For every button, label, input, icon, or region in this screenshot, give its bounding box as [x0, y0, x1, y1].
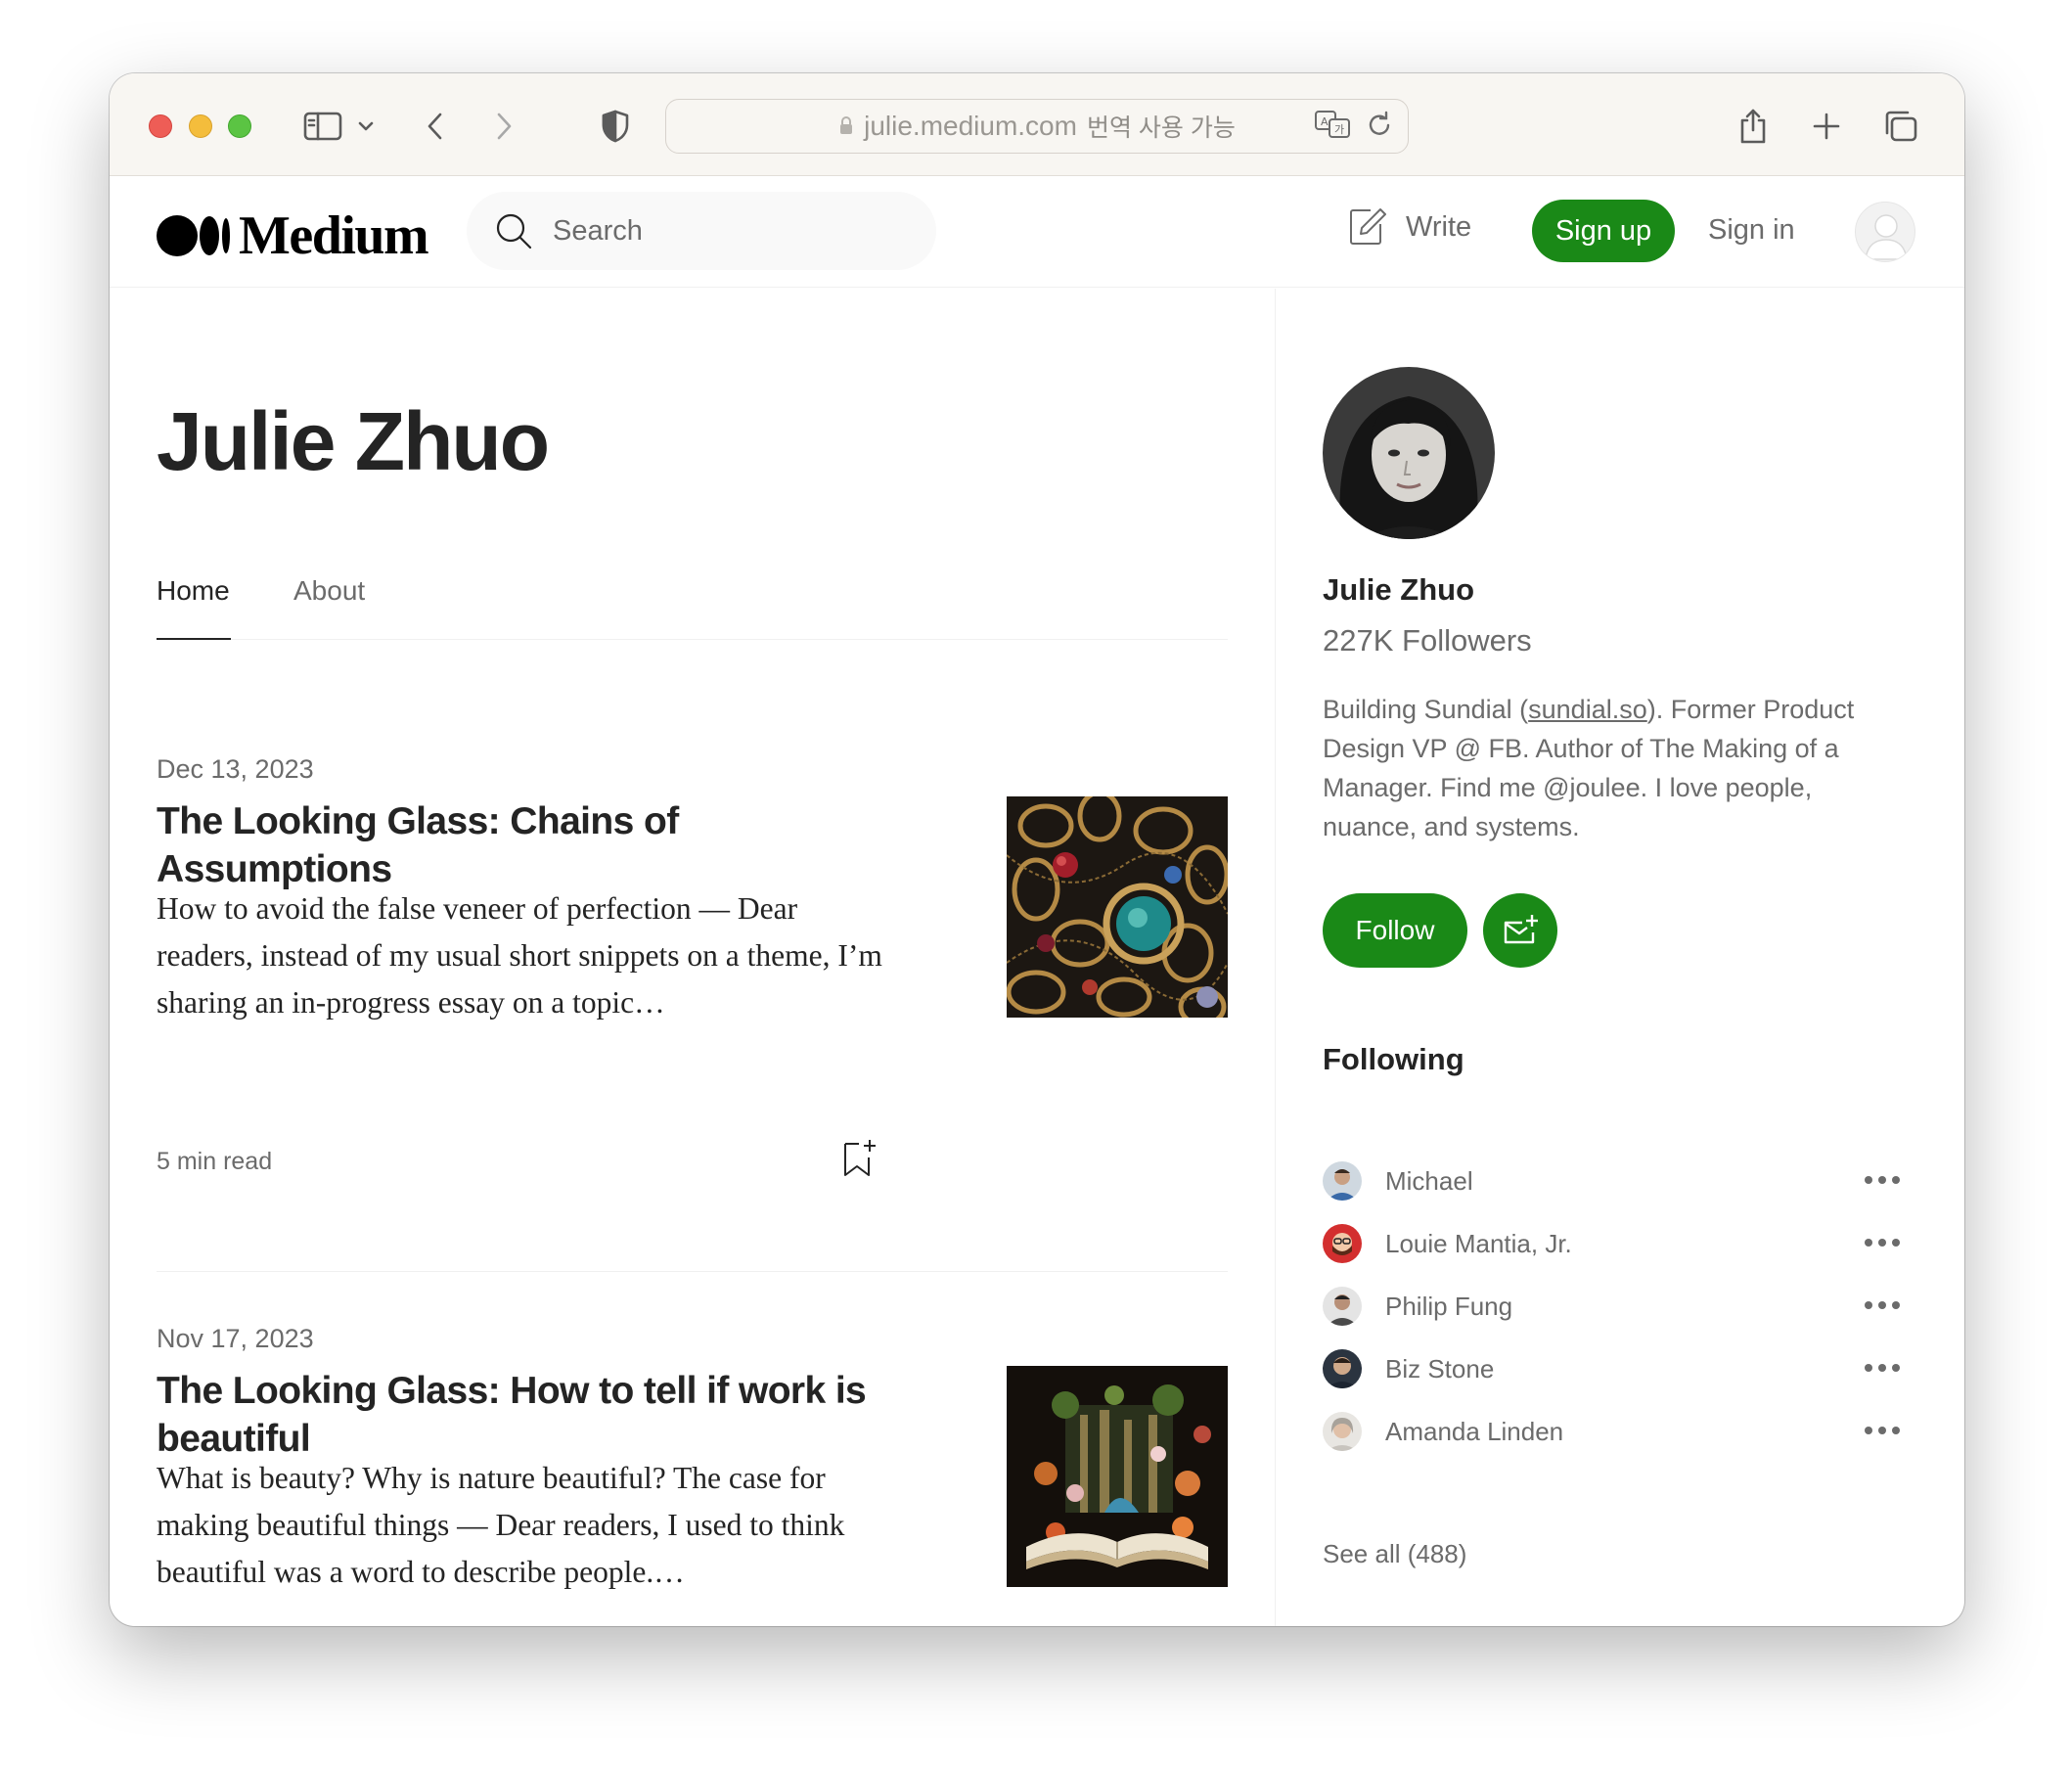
main-content: Julie Zhuo Home About Dec 13, 2023 The L… [157, 289, 1228, 1626]
search-icon [496, 213, 532, 249]
post-divider [157, 1271, 1228, 1272]
following-name[interactable]: Louie Mantia, Jr. [1385, 1229, 1865, 1259]
avatar [1323, 1287, 1362, 1326]
avatar [1323, 1161, 1362, 1201]
following-item[interactable]: Biz Stone [1323, 1347, 1919, 1390]
following-item[interactable]: Michael [1323, 1159, 1919, 1202]
post-card[interactable]: Dec 13, 2023 The Looking Glass: Chains o… [157, 754, 1228, 1302]
post-thumbnail-jewelry[interactable] [1007, 796, 1228, 1018]
more-options-icon[interactable] [1865, 1301, 1900, 1311]
site-header: Medium Write Sign up Sign in [110, 177, 1964, 288]
sign-up-button[interactable]: Sign up [1532, 200, 1675, 262]
following-name[interactable]: Amanda Linden [1385, 1417, 1865, 1447]
close-window-button[interactable] [149, 114, 172, 138]
avatar [1323, 1412, 1362, 1451]
post-card[interactable]: Nov 17, 2023 The Looking Glass: How to t… [157, 1324, 1228, 1626]
tab-home[interactable]: Home [157, 575, 231, 640]
reload-icon[interactable] [1367, 110, 1394, 139]
tab-overview-icon[interactable] [1882, 107, 1919, 146]
zoom-window-button[interactable] [228, 114, 251, 138]
post-thumbnail-book[interactable] [1007, 1366, 1228, 1587]
shield-icon[interactable] [599, 107, 632, 146]
share-icon[interactable] [1735, 107, 1771, 146]
following-name[interactable]: Biz Stone [1385, 1354, 1865, 1384]
svg-text:A: A [1321, 115, 1329, 128]
author-bio: Building Sundial (sundial.so). Former Pr… [1323, 690, 1900, 846]
new-tab-icon[interactable] [1810, 107, 1843, 146]
avatar [1323, 1349, 1362, 1388]
address-bar[interactable]: julie.medium.com 번역 사용 가능 A가 [665, 99, 1409, 154]
post-title[interactable]: The Looking Glass: Chains of Assumptions [157, 797, 900, 893]
bio-link[interactable]: sundial.so [1528, 695, 1647, 724]
tab-about[interactable]: About [293, 575, 365, 640]
browser-window: julie.medium.com 번역 사용 가능 A가 Medium Sear… [110, 73, 1964, 1626]
bio-text: Building Sundial ( [1323, 695, 1529, 724]
forward-icon[interactable] [489, 107, 518, 146]
translate-banner: 번역 사용 가능 [1086, 114, 1236, 142]
post-subtitle[interactable]: What is beauty? Why is nature beautiful?… [157, 1455, 900, 1596]
author-name[interactable]: Julie Zhuo [1323, 572, 1474, 608]
profile-photo[interactable] [1323, 367, 1495, 539]
more-options-icon[interactable] [1865, 1427, 1900, 1436]
write-label: Write [1406, 210, 1472, 243]
post-subtitle[interactable]: How to avoid the false veneer of perfect… [157, 885, 900, 1026]
follow-button[interactable]: Follow [1323, 893, 1467, 968]
sidebar-toggle-icon[interactable] [301, 107, 344, 146]
subscribe-email-button[interactable] [1483, 893, 1557, 968]
lock-icon [840, 116, 853, 134]
email-subscribe-icon [1504, 915, 1538, 944]
logo-wordmark: Medium [239, 205, 429, 266]
following-item[interactable]: Amanda Linden [1323, 1410, 1919, 1453]
default-avatar-icon [1865, 214, 1908, 260]
more-options-icon[interactable] [1865, 1239, 1900, 1248]
minimize-window-button[interactable] [189, 114, 212, 138]
write-button[interactable]: Write [1347, 206, 1471, 248]
svg-text:가: 가 [1334, 123, 1344, 136]
sign-in-link[interactable]: Sign in [1708, 214, 1795, 247]
profile-sidebar: Julie Zhuo 227K Followers Building Sundi… [1323, 289, 1919, 1626]
medium-logo-icon [157, 215, 230, 256]
followers-count[interactable]: 227K Followers [1323, 623, 1532, 658]
url-text: julie.medium.com [864, 111, 1077, 141]
back-icon[interactable] [421, 107, 450, 146]
post-title[interactable]: The Looking Glass: How to tell if work i… [157, 1367, 900, 1463]
bookmark-add-icon[interactable] [839, 1136, 878, 1184]
see-all-following-link[interactable]: See all (488) [1323, 1539, 1466, 1569]
following-item[interactable]: Louie Mantia, Jr. [1323, 1222, 1919, 1265]
chevron-down-icon[interactable] [354, 107, 378, 146]
following-item[interactable]: Philip Fung [1323, 1285, 1919, 1328]
post-date: Dec 13, 2023 [157, 754, 314, 784]
browser-toolbar: julie.medium.com 번역 사용 가능 A가 [110, 73, 1964, 176]
user-avatar[interactable] [1855, 202, 1915, 262]
search-input[interactable] [553, 214, 905, 248]
more-options-icon[interactable] [1865, 1364, 1900, 1374]
search-bar[interactable] [467, 192, 936, 270]
more-options-icon[interactable] [1865, 1176, 1900, 1186]
following-heading: Following [1323, 1042, 1464, 1076]
following-name[interactable]: Philip Fung [1385, 1292, 1865, 1322]
following-name[interactable]: Michael [1385, 1166, 1865, 1197]
read-time: 5 min read [157, 1148, 273, 1175]
write-icon [1350, 208, 1386, 245]
avatar [1323, 1224, 1362, 1263]
translate-icon[interactable]: A가 [1314, 110, 1351, 139]
sidebar-divider [1275, 289, 1276, 1626]
post-date: Nov 17, 2023 [157, 1324, 314, 1353]
medium-logo[interactable]: Medium [157, 204, 429, 267]
profile-tabs: Home About [157, 575, 1228, 640]
page-title: Julie Zhuo [157, 395, 550, 487]
